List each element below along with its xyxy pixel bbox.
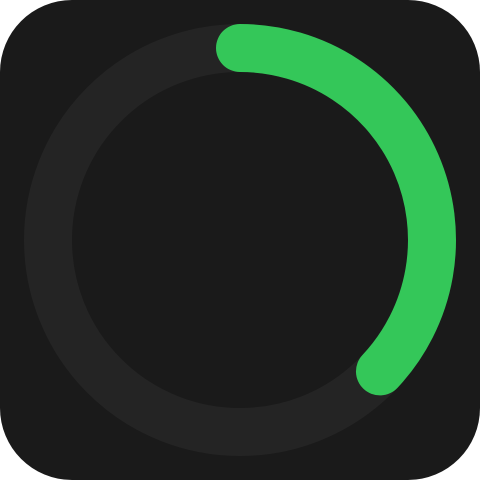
- app-icon[interactable]: [0, 0, 480, 480]
- progress-ring: [24, 24, 456, 456]
- ring-progress: [216, 24, 456, 396]
